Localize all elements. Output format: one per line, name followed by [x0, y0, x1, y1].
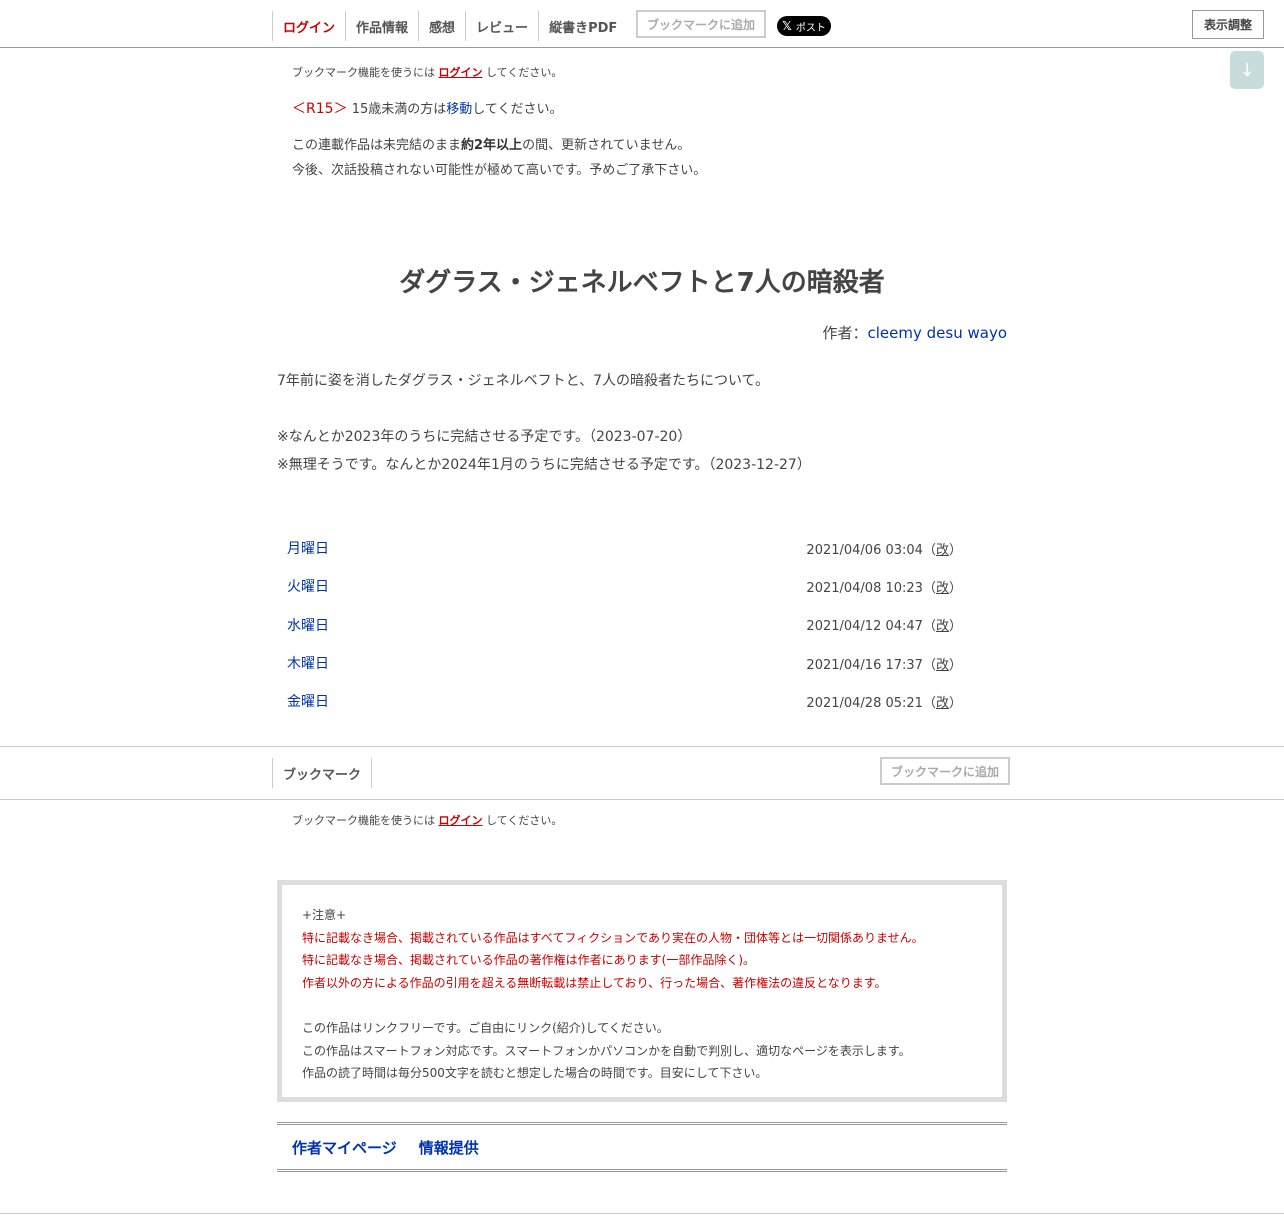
- chapter-link[interactable]: 木曜日: [287, 653, 329, 673]
- hiatus-line-1: この連載作品は未完結のまま約2年以上の間、更新されていません。: [292, 133, 706, 158]
- synopsis-line: [277, 395, 1007, 423]
- top-nav-bar: ログイン 作品情報 感想 レビュー 縦書きPDF ブックマークに追加 𝕏 ポスト…: [0, 0, 1284, 48]
- nav-vertical-pdf[interactable]: 縦書きPDF: [538, 11, 627, 41]
- chapter-row: 水曜日 2021/04/12 04:47（改）: [277, 606, 1007, 644]
- chapter-revised-mark: 改: [935, 580, 949, 596]
- chapter-date: 2021/04/28 05:21（改）: [806, 695, 962, 711]
- bookmark-login-note-bottom: ブックマーク機能を使うには ログイン してください。: [292, 812, 562, 828]
- notice-box: +注意+ 特に記載なき場合、掲載されている作品はすべてフィクションであり実在の人…: [277, 880, 1007, 1102]
- chapter-list: 月曜日 2021/04/06 03:04（改） 火曜日 2021/04/08 1…: [277, 529, 1007, 720]
- bottom-bookmark-add-button[interactable]: ブックマークに追加: [880, 757, 1010, 785]
- r15-text-1: 15歳未満の方は: [351, 102, 447, 117]
- chapter-row: 月曜日 2021/04/06 03:04（改）: [277, 529, 1007, 567]
- synopsis-line: 7年前に姿を消したダグラス・ジェネルベフトと、7人の暗殺者たちについて。: [277, 373, 770, 389]
- r15-text-2: してください。: [472, 102, 563, 117]
- hiatus-line-2: 今後、次話投稿されない可能性が極めて高いです。予めご了承下さい。: [292, 163, 707, 178]
- novel-author: 作者：cleemy desu wayo: [823, 322, 1008, 343]
- synopsis-line: ※なんとか2023年のうちに完結させる予定です。（2023-07-20）: [277, 429, 692, 445]
- chapter-row: 木曜日 2021/04/16 17:37（改）: [277, 644, 1007, 682]
- notice-spacer: [302, 994, 982, 1017]
- x-post-label: ポスト: [795, 22, 826, 34]
- chapter-link[interactable]: 火曜日: [287, 576, 329, 596]
- bottom-bookmark-label: ブックマーク: [272, 758, 373, 788]
- bookmark-note-prefix: ブックマーク機能を使うには: [292, 66, 435, 79]
- bookmark-note-login-link[interactable]: ログイン: [439, 66, 483, 79]
- chapter-date: 2021/04/06 03:04（改）: [806, 542, 962, 558]
- hiatus-notice: この連載作品は未完結のまま約2年以上の間、更新されていません。 今後、次話投稿さ…: [292, 133, 706, 183]
- bookmark-note-login-link[interactable]: ログイン: [439, 814, 483, 827]
- notice-line: 作品の読了時間は毎分500文字を読むと想定した場合の時間です。目安にして下さい。: [302, 1066, 768, 1081]
- x-post-button[interactable]: 𝕏 ポスト: [777, 16, 831, 36]
- synopsis-line: ※無理そうです。なんとか2024年1月のうちに完結させる予定です。（2023-1…: [277, 457, 811, 473]
- author-label: 作者：: [822, 324, 868, 342]
- nav-reviews[interactable]: レビュー: [465, 11, 538, 41]
- r15-tag: ＜R15＞: [292, 101, 348, 117]
- chapter-revised-mark: 改: [935, 619, 949, 635]
- chapter-link[interactable]: 水曜日: [287, 615, 329, 635]
- novel-synopsis: 7年前に姿を消したダグラス・ジェネルベフトと、7人の暗殺者たちについて。 ※なん…: [277, 367, 1007, 479]
- chapter-revised-mark: 改: [935, 695, 949, 711]
- chapter-date: 2021/04/16 17:37（改）: [806, 657, 962, 673]
- chapter-revised-mark: 改: [935, 657, 949, 673]
- chapter-date: 2021/04/12 04:47（改）: [806, 619, 962, 635]
- bookmark-note-prefix: ブックマーク機能を使うには: [292, 814, 435, 827]
- scroll-down-button[interactable]: ↓: [1230, 51, 1264, 89]
- bottom-bookmark-bar: ブックマーク ブックマークに追加: [0, 746, 1284, 800]
- chapter-link[interactable]: 月曜日: [287, 538, 329, 558]
- display-settings-button[interactable]: 表示調整: [1192, 10, 1264, 39]
- bookmark-login-note-top: ブックマーク機能を使うには ログイン してください。: [292, 64, 562, 80]
- nav-impressions[interactable]: 感想: [418, 11, 465, 41]
- r15-move-link[interactable]: 移動: [446, 102, 472, 117]
- arrow-down-icon: ↓: [1239, 59, 1255, 81]
- novel-title: ダグラス・ジェネルベフトと7人の暗殺者: [399, 268, 885, 298]
- notice-line: この作品はスマートフォン対応です。スマートフォンかパソコンかを自動で判別し、適切…: [302, 1043, 911, 1058]
- author-mypage-link[interactable]: 作者マイページ: [292, 1137, 397, 1158]
- chapter-row: 火曜日 2021/04/08 10:23（改）: [277, 567, 1007, 605]
- notice-red-line: 作者以外の方による作品の引用を超える無断転載は禁止しており、行った場合、著作権法…: [302, 975, 887, 990]
- hiatus-line-1-a: この連載作品は未完結のまま: [292, 138, 462, 153]
- chapter-date: 2021/04/08 10:23（改）: [806, 580, 962, 596]
- notice-red-line: 特に記載なき場合、掲載されている作品はすべてフィクションであり実在の人物・団体等…: [302, 930, 924, 945]
- notice-line: この作品はリンクフリーです。ご自由にリンク(紹介)してください。: [302, 1020, 669, 1035]
- notice-heading: +注意+: [302, 908, 347, 922]
- x-logo-icon: 𝕏: [782, 19, 792, 33]
- bookmark-add-button[interactable]: ブックマークに追加: [636, 10, 766, 38]
- hiatus-duration: 約2年以上: [461, 138, 523, 153]
- bookmark-note-suffix: してください。: [486, 66, 563, 79]
- nav-work-info[interactable]: 作品情報: [345, 11, 418, 41]
- chapter-row: 金曜日 2021/04/28 05:21（改）: [277, 682, 1007, 720]
- r15-notice: ＜R15＞ 15歳未満の方は移動してください。: [292, 98, 562, 118]
- top-nav: ログイン 作品情報 感想 レビュー 縦書きPDF: [272, 11, 627, 41]
- footer-links: 作者マイページ 情報提供: [277, 1122, 1007, 1172]
- notice-red-line: 特に記載なき場合、掲載されている作品の著作権は作者にあります(一部作品除く)。: [302, 953, 756, 968]
- chapter-date-value: 2021/04/08 10:23: [806, 580, 923, 596]
- chapter-date-value: 2021/04/06 03:04: [806, 542, 923, 558]
- page-end-divider: [0, 1213, 1284, 1214]
- chapter-link[interactable]: 金曜日: [287, 691, 329, 711]
- chapter-date-value: 2021/04/16 17:37: [806, 657, 923, 673]
- author-link[interactable]: cleemy desu wayo: [868, 324, 1007, 342]
- chapter-revised-mark: 改: [935, 542, 949, 558]
- nav-login[interactable]: ログイン: [272, 11, 345, 41]
- bookmark-note-suffix: してください。: [486, 814, 563, 827]
- report-info-link[interactable]: 情報提供: [419, 1137, 479, 1158]
- chapter-date-value: 2021/04/12 04:47: [806, 619, 923, 635]
- hiatus-line-1-b: の間、更新されていません。: [522, 138, 691, 153]
- chapter-date-value: 2021/04/28 05:21: [806, 695, 923, 711]
